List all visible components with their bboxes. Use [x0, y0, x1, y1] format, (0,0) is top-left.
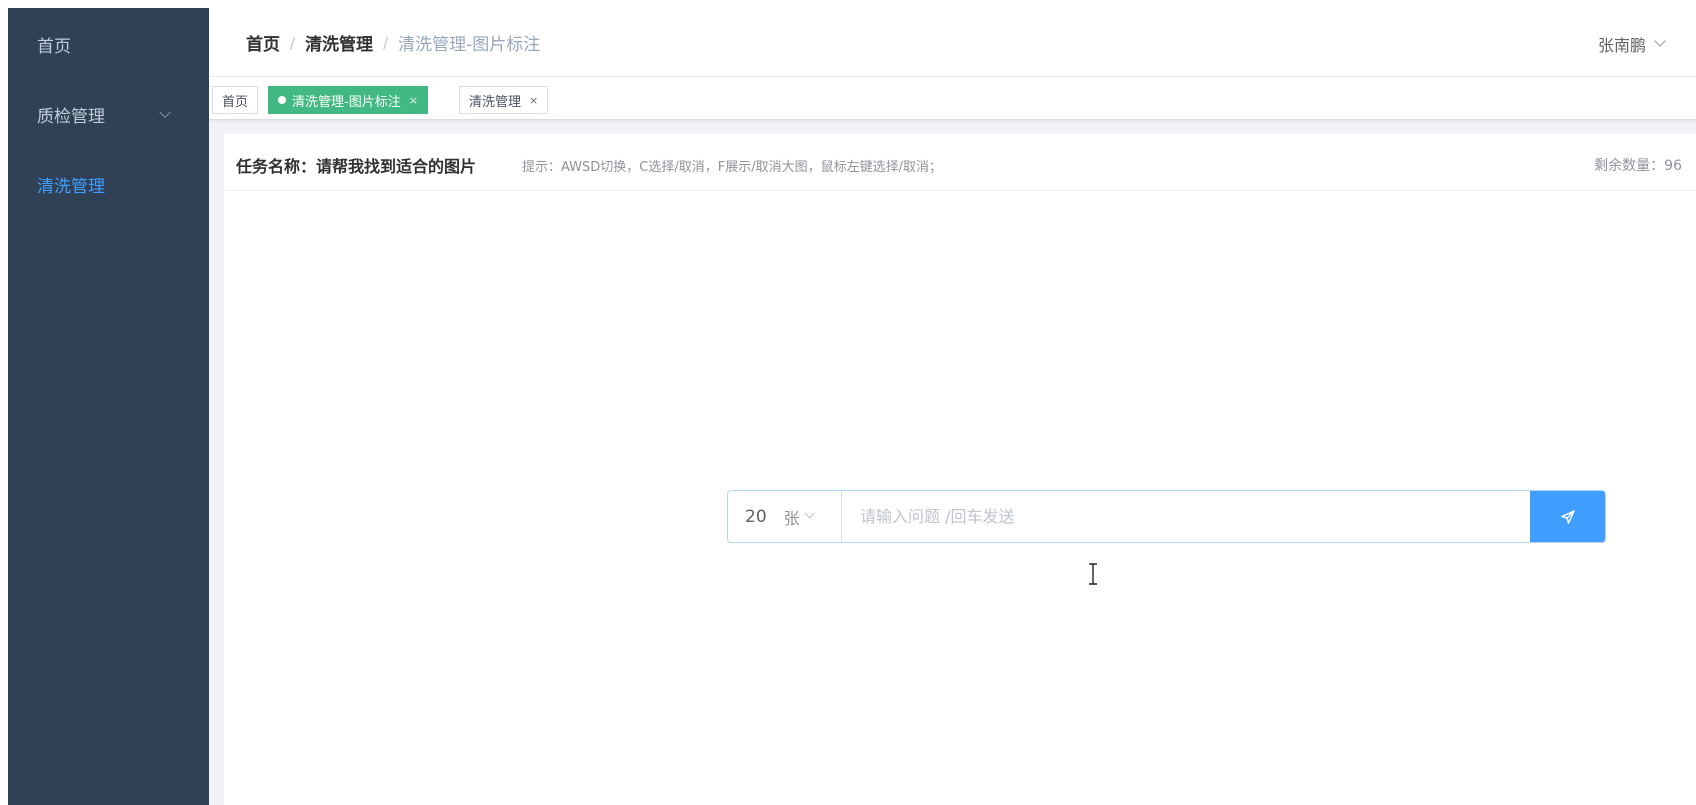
send-icon [1560, 509, 1575, 524]
sidebar-item-cleaning[interactable]: 清洗管理 [8, 156, 209, 212]
active-dot-icon [278, 96, 286, 104]
chevron-down-icon [159, 106, 171, 119]
question-input[interactable] [842, 491, 1530, 542]
text-cursor-icon [1089, 563, 1097, 585]
tag-label: 首页 [222, 94, 249, 110]
breadcrumb: 首页 / 清洗管理 / 清洗管理-图片标注 [246, 30, 541, 56]
sidebar-item-home[interactable]: 首页 [8, 16, 209, 72]
navbar: 首页 / 清洗管理 / 清洗管理-图片标注 张南鹏 [209, 8, 1696, 76]
window-top-edge [0, 0, 1696, 8]
task-hint: 提示：AWSD切换，C选择/取消，F展示/取消大图，鼠标左键选择/取消； [522, 160, 942, 175]
count-unit: 张 [783, 508, 800, 528]
sidebar: 首页 质检管理 清洗管理 [8, 8, 209, 805]
breadcrumb-separator: / [290, 33, 296, 52]
count-select[interactable]: 20 张 [728, 491, 842, 542]
remaining-count: 剩余数量：96 [1594, 158, 1682, 174]
send-button[interactable] [1530, 491, 1605, 542]
tags-view: 首页 清洗管理-图片标注 × 清洗管理 × [209, 76, 1696, 120]
user-menu[interactable]: 张南鹏 [1597, 32, 1666, 56]
tag-cleaning[interactable]: 清洗管理 × [459, 86, 549, 114]
chevron-down-icon [804, 508, 815, 519]
close-icon[interactable]: × [529, 94, 538, 107]
close-icon[interactable]: × [409, 94, 418, 107]
sidebar-item-label: 质检管理 [37, 106, 105, 127]
chevron-down-icon [1654, 35, 1666, 47]
sidebar-item-quality[interactable]: 质检管理 [8, 86, 209, 142]
breadcrumb-cleaning[interactable]: 清洗管理 [305, 30, 373, 55]
content-card: 任务名称：请帮我找到适合的图片 提示：AWSD切换，C选择/取消，F展示/取消大… [224, 134, 1696, 805]
main-area: 首页 / 清洗管理 / 清洗管理-图片标注 张南鹏 首页 清洗管理-图片标注 ×… [209, 8, 1696, 805]
tag-home[interactable]: 首页 [212, 86, 259, 114]
sidebar-item-label: 清洗管理 [37, 176, 105, 197]
chat-box: 20 张 [727, 490, 1606, 543]
sidebar-item-label: 首页 [37, 36, 71, 57]
tag-label: 清洗管理-图片标注 [292, 94, 401, 110]
task-header: 任务名称：请帮我找到适合的图片 提示：AWSD切换，C选择/取消，F展示/取消大… [224, 134, 1696, 191]
tag-image-annotation[interactable]: 清洗管理-图片标注 × [268, 86, 428, 114]
breadcrumb-home[interactable]: 首页 [246, 30, 280, 55]
task-name: 任务名称：请帮我找到适合的图片 [236, 157, 477, 176]
tag-label: 清洗管理 [469, 94, 522, 110]
breadcrumb-current: 清洗管理-图片标注 [398, 35, 541, 55]
breadcrumb-separator: / [383, 33, 389, 52]
window-left-edge [0, 8, 8, 805]
user-name: 张南鹏 [1597, 36, 1646, 55]
count-value: 20 [745, 506, 767, 527]
